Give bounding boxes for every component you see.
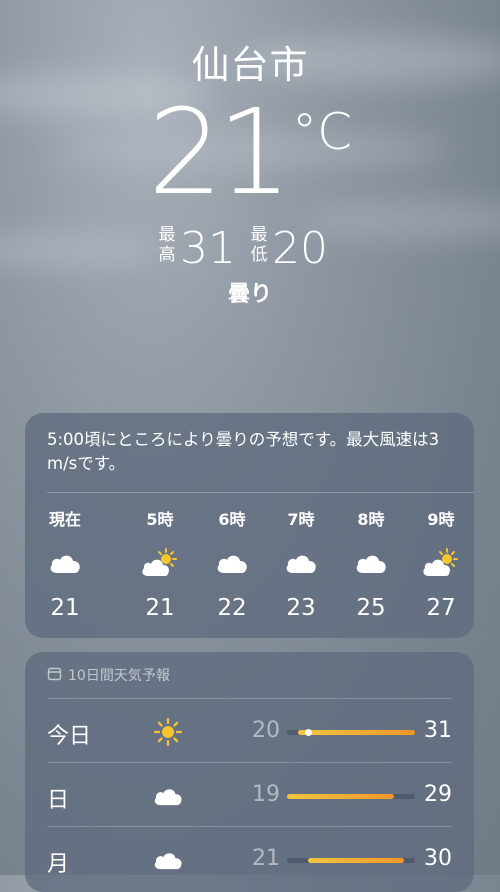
- day-high: 29: [424, 782, 452, 807]
- day-name: 今日: [47, 724, 92, 749]
- temp-range-fill: [297, 730, 415, 735]
- temp-unit: °C: [292, 103, 353, 161]
- hour-temp: 27: [426, 595, 456, 621]
- cloud-icon: [150, 844, 186, 876]
- hour-temp: 21: [50, 595, 80, 621]
- high-low: 最高 31 最低 20: [0, 220, 500, 274]
- daily-title: 10日間天気予報: [68, 668, 170, 684]
- high-value: 31: [180, 222, 236, 274]
- hourly-forecast-card[interactable]: 5:00頃にところにより曇りの予想です。最大風速は3 m/sです。 現在 21 …: [25, 413, 474, 638]
- low-value: 20: [272, 222, 328, 274]
- day-low: 21: [252, 846, 280, 871]
- low-label: 最低: [250, 225, 268, 265]
- divider: [47, 762, 452, 763]
- day-high: 31: [424, 718, 452, 743]
- hour-item: 8時 25: [336, 509, 406, 621]
- day-name: 日: [47, 788, 70, 813]
- hour-temp: 21: [145, 595, 175, 621]
- hour-temp: 25: [356, 595, 386, 621]
- hour-label: 現在: [48, 510, 81, 529]
- partly-sunny-icon: [125, 543, 195, 583]
- hour-item: 7時 23: [266, 509, 336, 621]
- daily-header: 10日間天気予報: [47, 665, 170, 685]
- temp-range-fill: [287, 794, 394, 799]
- hour-label: 7時: [287, 510, 315, 529]
- day-row[interactable]: 月 21 30: [25, 830, 474, 890]
- hour-label: 9時: [427, 510, 455, 529]
- daily-forecast-card[interactable]: 10日間天気予報 今日 20 31 日 19 29 月 21 30: [25, 652, 474, 892]
- current-temperature: 21 °C: [0, 83, 500, 221]
- day-row[interactable]: 今日 20 31: [25, 702, 474, 762]
- partly-sunny-icon: [406, 543, 474, 583]
- temp-range-bar: [287, 794, 415, 799]
- cloud-icon: [266, 543, 336, 583]
- cloud-icon: [30, 543, 100, 583]
- day-name: 月: [47, 852, 70, 877]
- temp-range-fill: [308, 858, 405, 863]
- current-temp-value: 21: [147, 83, 292, 221]
- hour-label: 5時: [146, 510, 174, 529]
- sun-icon: [150, 716, 186, 748]
- cloud-icon: [197, 543, 267, 583]
- divider: [47, 698, 452, 699]
- divider: [47, 492, 474, 493]
- cloud-icon: [336, 543, 406, 583]
- hour-label: 8時: [357, 510, 385, 529]
- hour-item: 6時 22: [197, 509, 267, 621]
- calendar-icon: [47, 666, 62, 685]
- hour-label: 6時: [218, 510, 246, 529]
- hour-item: 現在 21: [30, 509, 100, 621]
- high-label: 最高: [158, 225, 176, 265]
- condition-text: 曇り: [227, 282, 272, 307]
- temp-range-bar: [287, 729, 415, 736]
- day-row[interactable]: 日 19 29: [25, 766, 474, 826]
- current-temp-dot: [304, 729, 312, 736]
- day-low: 19: [252, 782, 280, 807]
- hour-temp: 23: [286, 595, 316, 621]
- divider: [47, 826, 452, 827]
- hour-temp: 22: [217, 595, 247, 621]
- hourly-summary: 5:00頃にところにより曇りの予想です。最大風速は3 m/sです。: [47, 430, 440, 473]
- cloud-icon: [150, 780, 186, 812]
- temp-range-bar: [287, 858, 415, 863]
- hour-item: 9時 27: [406, 509, 474, 621]
- day-low: 20: [252, 718, 280, 743]
- hourly-list[interactable]: 現在 21 5時 21 6時 22 7時 23 8時 25 9時 27: [25, 509, 474, 629]
- hour-item: 5時 21: [125, 509, 195, 621]
- day-high: 30: [424, 846, 452, 871]
